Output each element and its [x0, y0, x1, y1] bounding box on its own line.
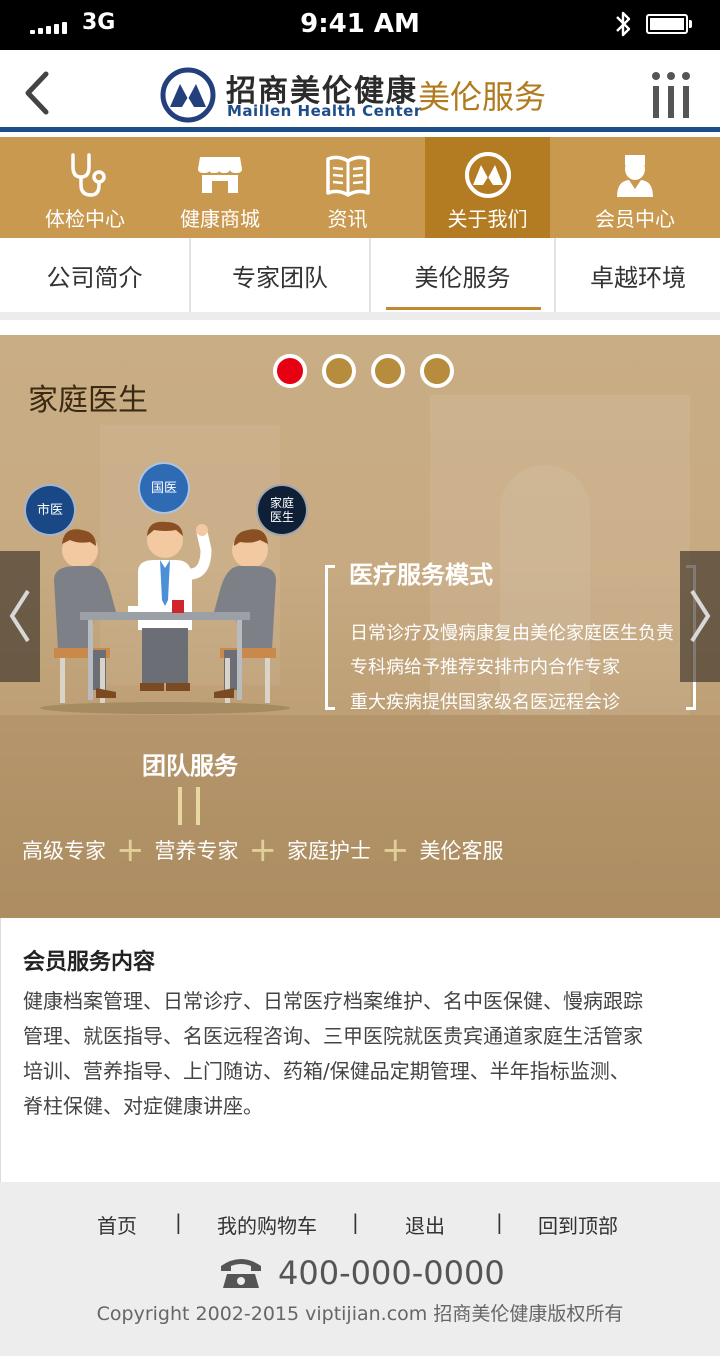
carousel-dot-2[interactable] — [322, 354, 356, 388]
footer-link-logout[interactable]: 退出 — [405, 1210, 445, 1239]
nav-item-checkup[interactable]: 体检中心 — [0, 137, 170, 238]
brand-logo-icon — [160, 67, 216, 123]
footer-link-cart[interactable]: 我的购物车 — [217, 1210, 317, 1239]
team-member: 家庭护士 — [287, 839, 371, 863]
team-members-row: 高级专家 + 营养专家 + 家庭护士 + 美伦客服 — [22, 830, 504, 870]
status-bar: 3G 9:41 AM — [0, 0, 720, 50]
menu-icon[interactable] — [648, 70, 694, 120]
carousel-prev-button[interactable] — [0, 551, 40, 682]
plus-icon: + — [381, 830, 410, 870]
nav-item-about[interactable]: 关于我们 — [425, 137, 550, 238]
tab-environment[interactable]: 卓越环境 — [554, 238, 720, 312]
team-service-title: 团队服务 — [142, 752, 238, 780]
service-model-line: 日常诊疗及慢病康复由美伦家庭医生负责 — [350, 623, 674, 644]
chevron-left-icon — [9, 589, 30, 643]
store-icon — [198, 157, 242, 193]
app-header: 招商美伦健康 Maillen Health Center 美伦服务 — [0, 50, 720, 132]
telephone-icon — [221, 1259, 261, 1288]
nav-item-member[interactable]: 会员中心 — [550, 137, 720, 238]
service-model-line: 专科病给予推荐安排市内合作专家 — [350, 657, 620, 678]
doctor-icon — [617, 155, 653, 197]
nav-label: 关于我们 — [447, 207, 528, 231]
bracket-decoration — [325, 565, 335, 710]
nav-item-shop[interactable]: 健康商城 — [170, 137, 270, 238]
section-body: 健康档案管理、日常诊疗、日常医疗档案维护、名中医保健、慢病跟踪 管理、就医指导、… — [23, 984, 700, 1124]
carousel-dots — [273, 354, 454, 388]
footer-separator: | — [175, 1210, 182, 1234]
plus-icon: + — [248, 830, 278, 870]
background-decoration — [0, 715, 720, 918]
carousel-dot-1[interactable] — [273, 354, 307, 388]
doctors-meeting-illustration — [40, 521, 290, 714]
carousel-dot-3[interactable] — [371, 354, 405, 388]
page-title: 美伦服务 — [418, 78, 547, 116]
brand-name-en: Maillen Health Center — [227, 102, 422, 120]
body-line: 健康档案管理、日常诊疗、日常医疗档案维护、名中医保健、慢病跟踪 — [23, 989, 643, 1013]
member-services-section: 会员服务内容 健康档案管理、日常诊疗、日常医疗档案维护、名中医保健、慢病跟踪 管… — [0, 918, 720, 1182]
equals-decoration — [178, 787, 200, 825]
sub-tabs: 公司简介 专家团队 美伦服务 卓越环境 — [0, 238, 720, 320]
tab-maillen-service[interactable]: 美伦服务 — [369, 238, 554, 312]
banner-title: 家庭医生 — [28, 383, 148, 418]
footer: 首页 | 我的购物车 | 退出 | 回到顶部 400-000-0000 Copy… — [0, 1182, 720, 1356]
footer-separator: | — [352, 1210, 359, 1234]
copyright-text: Copyright 2002-2015 viptijian.com 招商美伦健康… — [96, 1303, 624, 1325]
team-member: 高级专家 — [22, 839, 106, 863]
battery-icon — [646, 14, 692, 34]
main-nav: 体检中心 健康商城 资讯 关于我们 会员中心 — [0, 137, 720, 238]
bluetooth-icon — [616, 11, 631, 37]
badge-line: 家庭 — [269, 496, 294, 510]
back-icon[interactable] — [18, 68, 54, 118]
nav-label: 会员中心 — [595, 207, 675, 231]
footer-link-home[interactable]: 首页 — [97, 1210, 137, 1239]
stethoscope-icon — [71, 153, 106, 197]
chevron-right-icon — [690, 589, 711, 643]
team-member: 营养专家 — [154, 839, 239, 863]
footer-link-top[interactable]: 回到顶部 — [538, 1210, 618, 1239]
body-line: 培训、营养指导、上门随访、药箱/保健品定期管理、半年指标监测、 — [23, 1059, 630, 1083]
nav-label: 体检中心 — [45, 207, 125, 231]
carousel-dot-4[interactable] — [420, 354, 454, 388]
nav-label: 资讯 — [327, 207, 368, 231]
body-line: 脊柱保健、对症健康讲座。 — [23, 1094, 263, 1118]
team-member: 美伦客服 — [419, 839, 504, 863]
tab-company-intro[interactable]: 公司简介 — [0, 238, 189, 312]
national-doctor-badge: 国医 — [138, 462, 190, 514]
logo-icon — [464, 152, 511, 198]
plus-icon: + — [116, 830, 145, 870]
section-title: 会员服务内容 — [23, 950, 156, 975]
banner-carousel: 家庭医生 市医 国医 家庭 医生 医疗服务模式 日常诊疗及慢病康复由美伦家庭医生… — [0, 335, 720, 918]
nav-label: 健康商城 — [180, 207, 260, 231]
service-model-title: 医疗服务模式 — [349, 561, 493, 589]
carousel-next-button[interactable] — [680, 551, 720, 682]
service-model-line: 重大疾病提供国家级名医远程会诊 — [350, 692, 620, 713]
book-icon — [325, 155, 370, 197]
nav-item-news[interactable]: 资讯 — [270, 137, 425, 238]
phone-number[interactable]: 400-000-0000 — [278, 1254, 505, 1292]
tab-expert-team[interactable]: 专家团队 — [189, 238, 369, 312]
body-line: 管理、就医指导、名医远程咨询、三甲医院就医贵宾通道家庭生活管家 — [23, 1024, 643, 1048]
footer-separator: | — [496, 1210, 503, 1234]
